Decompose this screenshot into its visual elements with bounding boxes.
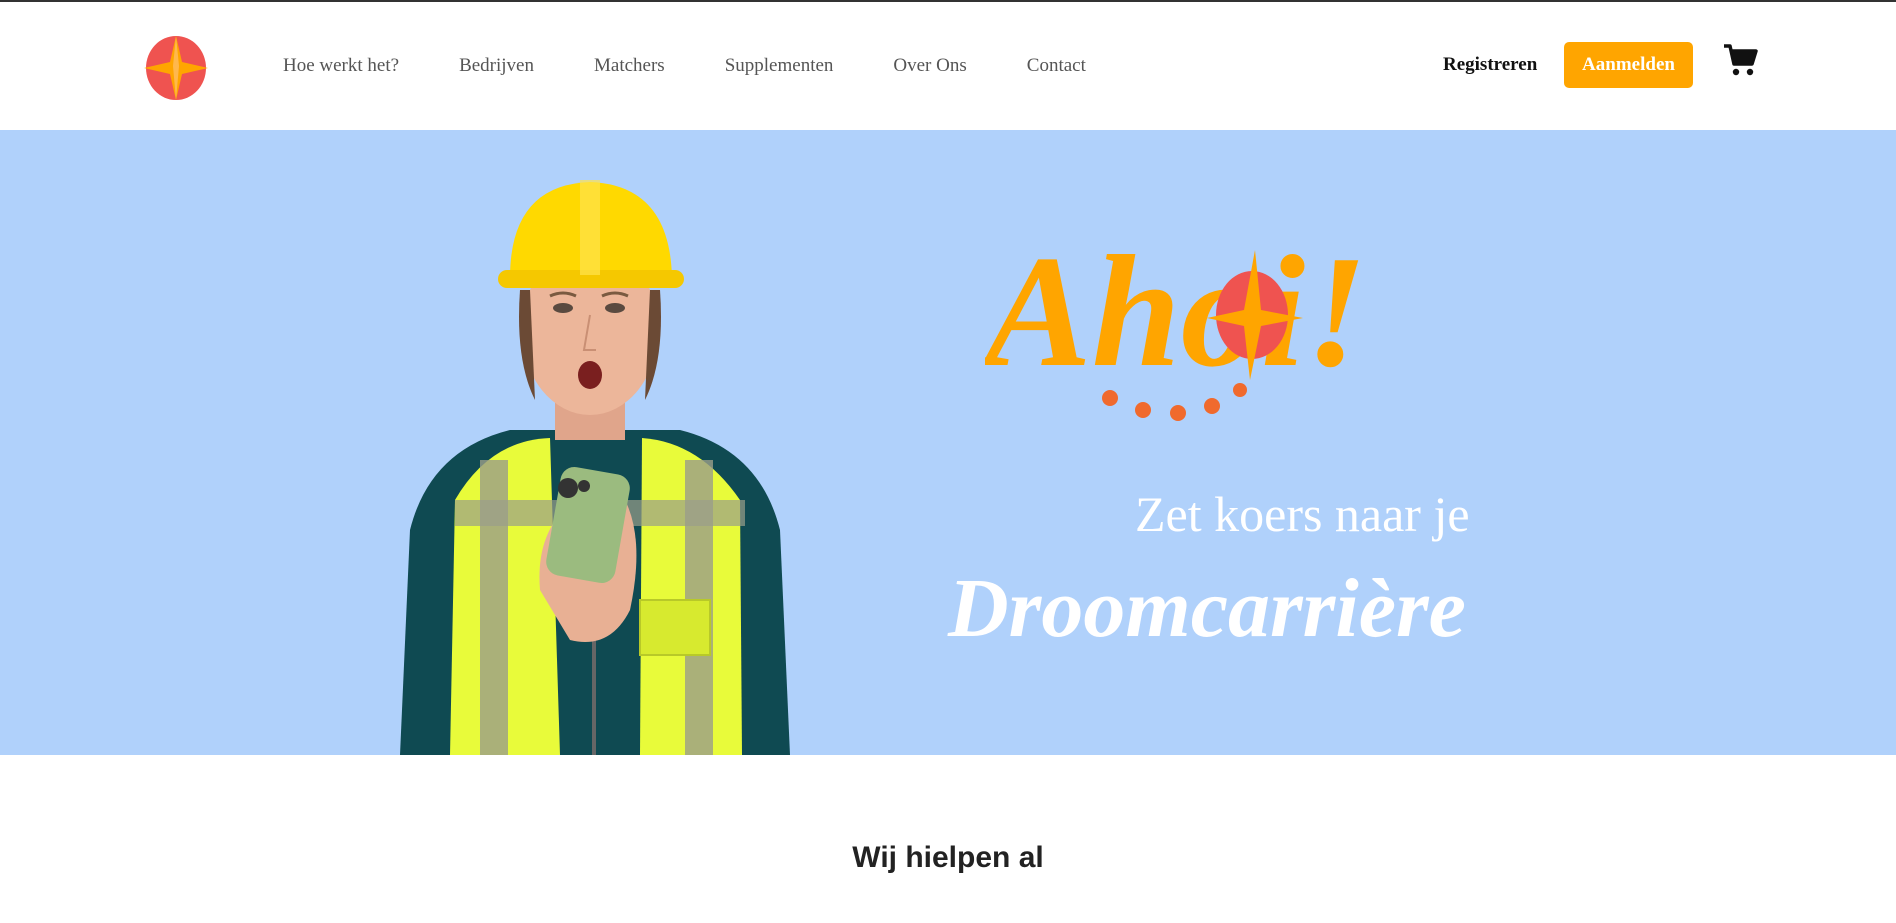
main-nav: Hoe werkt het? Bedrijven Matchers Supple… <box>283 2 1146 130</box>
section-title: Wij hielpen al <box>852 840 1044 874</box>
nav-item-bedrijven[interactable]: Bedrijven <box>459 55 534 77</box>
ahoi-logo: Ahoi! <box>985 222 1367 421</box>
site-header: Hoe werkt het? Bedrijven Matchers Supple… <box>0 2 1896 130</box>
ahoi-logo-text: Ahoi! <box>985 222 1367 400</box>
nav-item-supplementen[interactable]: Supplementen <box>725 55 834 77</box>
nav-item-matchers[interactable]: Matchers <box>594 55 665 77</box>
register-link[interactable]: Registreren <box>1443 54 1537 76</box>
compass-logo-icon[interactable] <box>140 30 212 102</box>
cart-icon[interactable] <box>1722 42 1758 78</box>
nav-item-contact[interactable]: Contact <box>1027 55 1086 77</box>
nav-item-over-ons[interactable]: Over Ons <box>893 55 966 77</box>
hero-highlight: Droomcarrière <box>948 562 1466 655</box>
hero-tagline: Zet koers naar je <box>1135 486 1470 542</box>
login-button[interactable]: Aanmelden <box>1564 42 1693 88</box>
hero-banner: Ahoi! Zet koers naar je Droomcarrière <box>0 130 1896 755</box>
nav-item-hoe-werkt-het[interactable]: Hoe werkt het? <box>283 55 399 77</box>
construction-worker-image <box>400 180 790 755</box>
